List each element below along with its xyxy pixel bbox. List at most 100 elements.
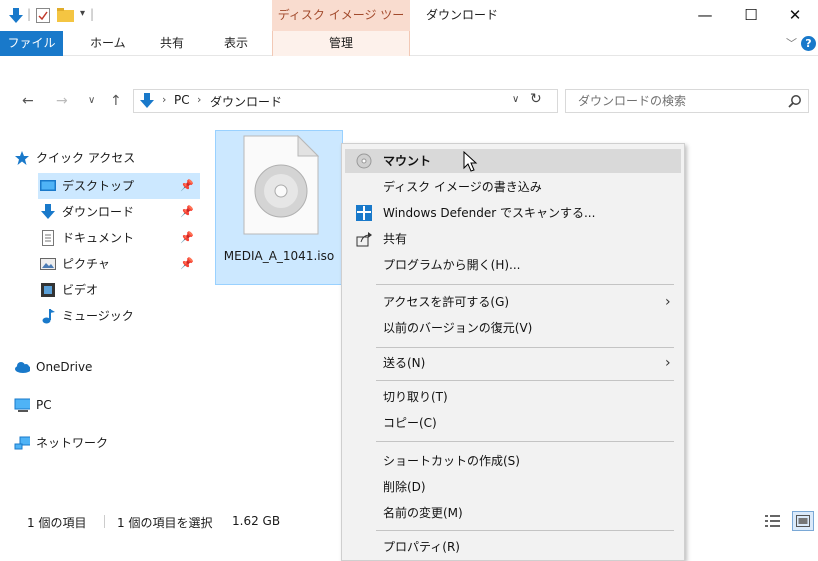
- tab-view[interactable]: 表示: [224, 31, 248, 56]
- refresh-icon[interactable]: ↻: [530, 91, 542, 107]
- minimize-button[interactable]: —: [682, 0, 728, 31]
- menu-defender-scan[interactable]: Windows Defender でスキャンする...: [345, 201, 681, 225]
- pin-icon[interactable]: 📌: [180, 225, 194, 251]
- nav-videos[interactable]: ビデオ: [38, 277, 200, 303]
- mouse-cursor-icon: [463, 151, 478, 172]
- status-item-count: 1 個の項目: [27, 516, 87, 530]
- menu-label: コピー(C): [383, 416, 437, 430]
- forward-arrow-icon[interactable]: →: [56, 86, 68, 116]
- shield-icon: [356, 205, 372, 221]
- menu-burn-disc-image[interactable]: ディスク イメージの書き込み: [345, 175, 681, 199]
- tab-home[interactable]: ホーム: [90, 31, 126, 56]
- menu-rename[interactable]: 名前の変更(M): [345, 501, 681, 525]
- nav-label: OneDrive: [36, 360, 93, 374]
- breadcrumb-separator-icon: ›: [162, 93, 167, 106]
- cloud-icon: [15, 362, 30, 373]
- nav-desktop[interactable]: デスクトップ 📌: [38, 173, 200, 199]
- menu-restore-versions[interactable]: 以前のバージョンの復元(V): [345, 316, 681, 340]
- tab-share[interactable]: 共有: [160, 31, 184, 56]
- menu-share[interactable]: 共有: [345, 227, 681, 251]
- menu-label: ショートカットの作成(S): [383, 454, 520, 468]
- nav-pictures[interactable]: ピクチャ 📌: [38, 251, 200, 277]
- qa-divider: |: [27, 7, 32, 21]
- nav-network[interactable]: ネットワーク: [12, 430, 174, 456]
- recent-locations-chevron-icon[interactable]: ∨: [88, 86, 95, 116]
- share-icon: [356, 232, 372, 247]
- large-icons-glyph: [796, 515, 810, 527]
- menu-mount[interactable]: マウント: [345, 149, 681, 173]
- nav-quick-access[interactable]: クイック アクセス: [12, 145, 174, 171]
- address-dropdown-icon[interactable]: ∨: [512, 94, 519, 105]
- details-view-icon[interactable]: [765, 514, 781, 528]
- nav-downloads[interactable]: ダウンロード 📌: [38, 199, 200, 225]
- downloads-location-icon: [140, 93, 154, 108]
- close-button[interactable]: ✕: [772, 0, 818, 31]
- menu-label: プロパティ(R): [383, 540, 460, 554]
- file-item-iso[interactable]: MEDIA_A_1041.iso: [215, 130, 343, 285]
- help-icon[interactable]: ?: [801, 36, 816, 51]
- pictures-icon: [40, 258, 56, 270]
- menu-label: 切り取り(T): [383, 390, 448, 404]
- desktop-icon: [40, 180, 56, 191]
- menu-separator: [376, 347, 674, 348]
- menu-create-shortcut[interactable]: ショートカットの作成(S): [345, 449, 681, 473]
- status-size: 1.62 GB: [232, 514, 281, 528]
- nav-label: クイック アクセス: [36, 151, 136, 165]
- menu-open-with[interactable]: プログラムから開く(H)...: [345, 253, 681, 277]
- menu-copy[interactable]: コピー(C): [345, 411, 681, 435]
- maximize-button[interactable]: ☐: [728, 0, 774, 31]
- nav-label: ビデオ: [62, 283, 99, 297]
- status-selected: 1 個の項目を選択: [117, 516, 213, 530]
- nav-onedrive[interactable]: OneDrive: [12, 354, 174, 380]
- breadcrumb-pc[interactable]: PC: [174, 93, 190, 107]
- nav-label: ネットワーク: [36, 436, 109, 450]
- search-placeholder: ダウンロードの検索: [578, 94, 687, 108]
- context-menu: マウント ディスク イメージの書き込み Windows Defender でスキ…: [341, 143, 685, 561]
- menu-cut[interactable]: 切り取り(T): [345, 385, 681, 409]
- address-bar[interactable]: › PC › ダウンロード ∨ ↻: [133, 89, 558, 113]
- pin-icon[interactable]: 📌: [180, 251, 194, 277]
- menu-properties[interactable]: プロパティ(R): [345, 535, 681, 559]
- properties-check-icon[interactable]: [36, 8, 50, 23]
- search-icon[interactable]: [788, 94, 802, 108]
- tab-manage[interactable]: 管理: [272, 31, 410, 56]
- submenu-arrow-icon: ›: [665, 294, 671, 310]
- menu-separator: [376, 530, 674, 531]
- menu-label: マウント: [383, 154, 432, 168]
- menu-label: 送る(N): [383, 356, 426, 370]
- nav-music[interactable]: ミュージック: [38, 303, 200, 329]
- menu-send-to[interactable]: 送る(N) ›: [345, 351, 681, 375]
- menu-label: 共有: [383, 232, 408, 246]
- ribbon-expand-icon[interactable]: ﹀: [786, 31, 797, 56]
- submenu-arrow-icon: ›: [665, 355, 671, 371]
- pin-icon[interactable]: 📌: [180, 173, 194, 199]
- ribbon-tabs: ファイル ホーム 共有 表示 管理 ﹀ ?: [0, 31, 818, 56]
- nav-label: PC: [36, 398, 52, 412]
- large-icons-view-icon[interactable]: [792, 511, 814, 531]
- nav-label: デスクトップ: [62, 179, 135, 193]
- disc-image-file-icon: [243, 135, 319, 235]
- pin-icon[interactable]: 📌: [180, 199, 194, 225]
- file-name[interactable]: MEDIA_A_1041.iso: [218, 248, 340, 264]
- navigation-row: ← → ∨ ↑ › PC › ダウンロード ∨ ↻ ダウンロードの検索: [0, 86, 818, 116]
- new-folder-icon[interactable]: [57, 8, 74, 22]
- nav-label: ドキュメント: [62, 231, 135, 245]
- nav-documents[interactable]: ドキュメント 📌: [38, 225, 200, 251]
- breadcrumb-separator-icon: ›: [197, 93, 202, 106]
- music-note-icon: [42, 309, 55, 324]
- qa-customize-icon[interactable]: ▾: [80, 8, 85, 19]
- back-arrow-icon[interactable]: ←: [22, 86, 34, 116]
- tab-file[interactable]: ファイル: [0, 31, 63, 56]
- status-divider: [104, 515, 105, 528]
- menu-label: アクセスを許可する(G): [383, 295, 510, 309]
- video-icon: [41, 283, 55, 297]
- download-arrow-icon: [41, 204, 55, 219]
- window-title: ダウンロード: [426, 8, 499, 22]
- menu-delete[interactable]: 削除(D): [345, 475, 681, 499]
- nav-pc[interactable]: PC: [12, 392, 174, 418]
- menu-give-access[interactable]: アクセスを許可する(G) ›: [345, 290, 681, 314]
- search-input[interactable]: ダウンロードの検索: [565, 89, 809, 113]
- menu-label: 名前の変更(M): [383, 506, 463, 520]
- up-arrow-icon[interactable]: ↑: [110, 86, 122, 116]
- breadcrumb-downloads[interactable]: ダウンロード: [210, 93, 282, 110]
